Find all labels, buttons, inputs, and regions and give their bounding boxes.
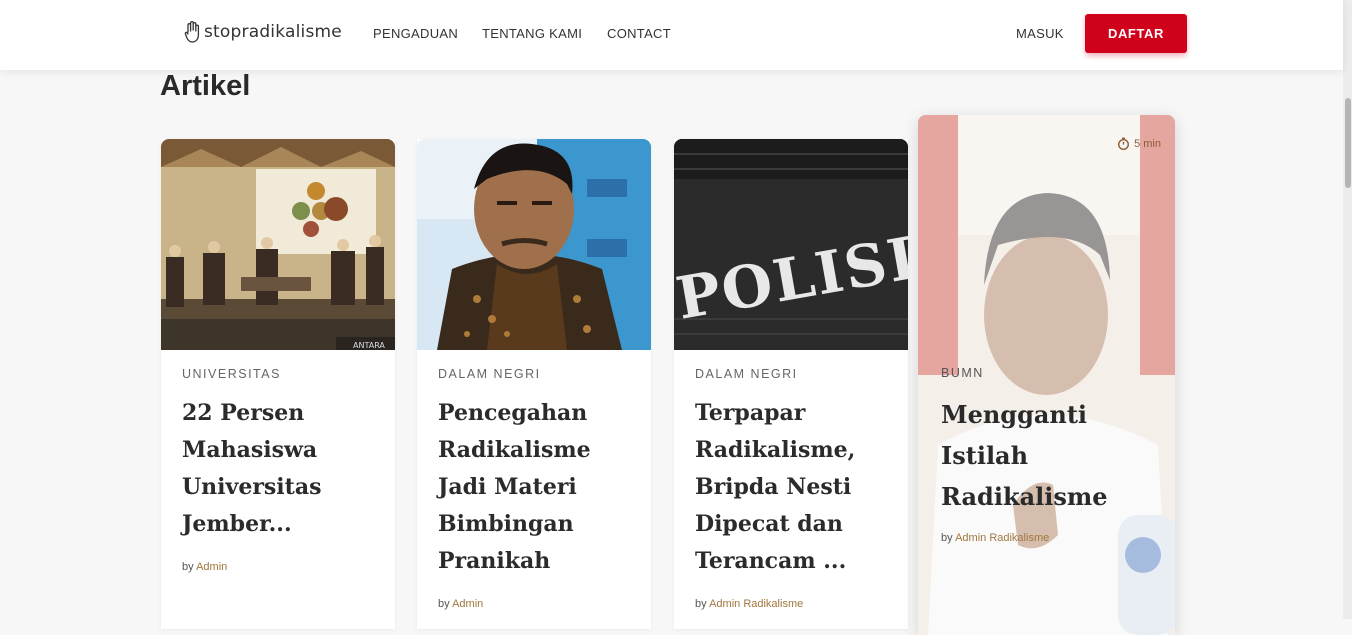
author-link[interactable]: Admin Radikalisme	[955, 532, 1049, 544]
author-link[interactable]: Admin	[452, 598, 483, 610]
article-card[interactable]: DALAM NEGRI Pencegahan Radikalisme Jadi …	[417, 139, 651, 629]
article-image-seminar[interactable]: ANTARA	[161, 139, 395, 350]
article-title[interactable]: Pencegahan Radikalisme Jadi Materi Bimbi…	[438, 395, 637, 580]
register-button[interactable]: DAFTAR	[1085, 14, 1187, 53]
scrollbar-thumb[interactable]	[1345, 98, 1351, 188]
article-title[interactable]: 22 Persen Mahasiswa Universitas Jember..…	[182, 395, 381, 543]
image-watermark: ANTARA	[353, 341, 385, 350]
author-prefix: by	[182, 561, 194, 573]
article-title[interactable]: Terpapar Radikalisme, Bripda Nesti Dipec…	[695, 395, 894, 580]
logo-text: stopradikalisme	[204, 22, 342, 42]
author-link[interactable]: Admin Radikalisme	[709, 598, 803, 610]
article-title[interactable]: Mengganti Istilah Radikalisme	[941, 394, 1161, 517]
author-prefix: by	[941, 532, 953, 544]
article-category: BUMN	[941, 366, 984, 380]
article-card[interactable]: POLISI DALAM NEGRI Terpapar Radikalisme,…	[674, 139, 908, 629]
featured-article-card[interactable]: 5 min BUMN Mengganti Istilah Radikalisme…	[918, 115, 1175, 635]
article-category: UNIVERSITAS	[182, 367, 281, 381]
nav-link-contact[interactable]: CONTACT	[607, 26, 671, 41]
article-author: by Admin Radikalisme	[695, 598, 894, 610]
login-link[interactable]: MASUK	[1016, 26, 1064, 41]
author-prefix: by	[695, 598, 707, 610]
read-time: 5 min	[1117, 137, 1161, 150]
read-time-label: 5 min	[1134, 137, 1161, 150]
site-logo[interactable]: stopradikalisme	[184, 18, 342, 46]
author-link[interactable]: Admin	[196, 561, 227, 573]
page-scrollbar[interactable]	[1343, 0, 1352, 619]
article-image-portrait[interactable]	[417, 139, 651, 350]
nav-link-pengaduan[interactable]: PENGADUAN	[373, 26, 458, 41]
hand-icon	[184, 21, 200, 43]
article-author: by Admin Radikalisme	[941, 532, 1161, 544]
article-author: by Admin	[182, 561, 381, 573]
author-prefix: by	[438, 598, 450, 610]
section-title: Artikel	[160, 70, 251, 102]
article-author: by Admin	[438, 598, 637, 610]
article-image-polisi[interactable]: POLISI	[674, 139, 908, 350]
article-category: DALAM NEGRI	[695, 367, 798, 381]
article-category: DALAM NEGRI	[438, 367, 541, 381]
article-card[interactable]: ANTARA UNIVERSITAS 22 Persen Mahasiswa U…	[161, 139, 395, 629]
nav-link-tentang-kami[interactable]: TENTANG KAMI	[482, 26, 582, 41]
stopwatch-icon	[1118, 137, 1130, 150]
top-navbar: stopradikalisme PENGADUAN TENTANG KAMI C…	[0, 0, 1343, 70]
